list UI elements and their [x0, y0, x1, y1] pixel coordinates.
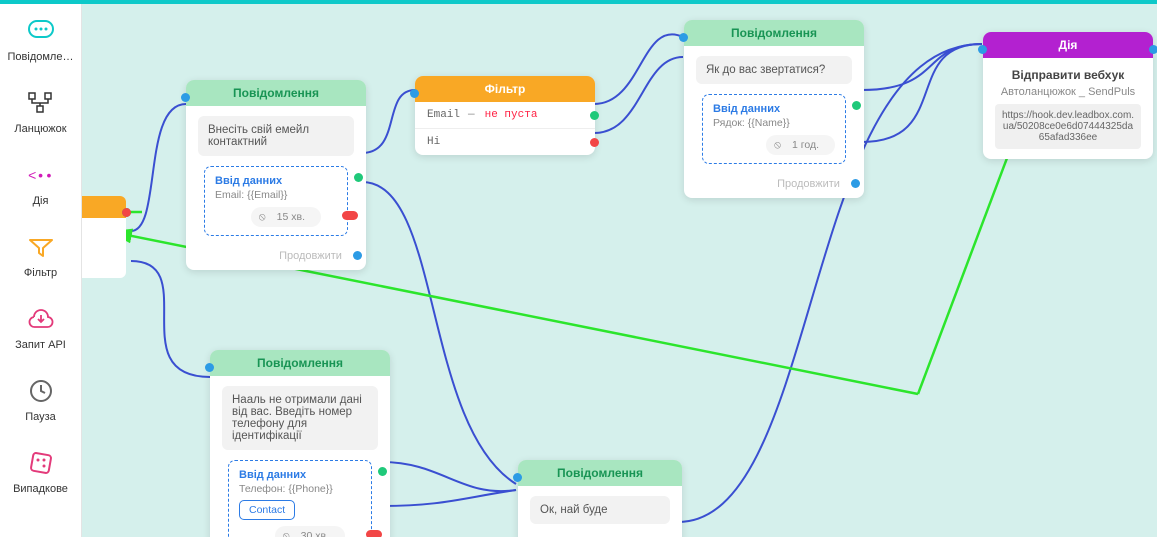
sidebar-item-random[interactable]: Випадкове [0, 436, 81, 508]
node-message-email[interactable]: Повідомлення Внесіть свій емейл контактн… [186, 80, 366, 270]
node-action-webhook[interactable]: Дія Відправити вебхук Автоланцюжок _ Sen… [983, 32, 1153, 159]
sidebar-item-label: Дія [33, 195, 49, 207]
sidebar-item-label: Повідомле… [8, 51, 74, 63]
chat-icon [27, 17, 55, 45]
sidebar-item-action[interactable]: <••> Дія [0, 148, 81, 220]
input-block[interactable]: Ввід данних Рядок: {{Name}} ⦸ 1 год. [702, 94, 846, 164]
input-block[interactable]: Ввід данних Телефон: {{Phone}} Contact ⦸… [228, 460, 372, 537]
input-block[interactable]: Ввід данних Email: {{Email}} ⦸ 15 хв. [204, 166, 348, 236]
node-filter[interactable]: Фільтр Email — не пуста Ні [415, 76, 595, 155]
continue-label[interactable]: Продовжити [684, 174, 864, 198]
input-title: Ввід данних [713, 103, 835, 115]
message-text: Ок, най буде [530, 496, 670, 524]
node-message-phone[interactable]: Повідомлення Нааль не отримали дані від … [210, 350, 390, 537]
dice-icon [27, 449, 55, 477]
action-title: Відправити вебхук [995, 68, 1141, 82]
node-message-name[interactable]: Повідомлення Як до вас звертатися? Ввід … [684, 20, 864, 198]
message-text: Як до вас звертатися? [696, 56, 852, 84]
wait-label: ⦸ 30 хв. [275, 526, 345, 537]
node-header: Повідомлення [684, 20, 864, 46]
flow-icon [27, 89, 55, 117]
input-title: Ввід данних [239, 469, 361, 481]
flow-canvas[interactable]: Повідомлення Внесіть свій емейл контактн… [82, 4, 1157, 537]
sidebar-item-label: Фільтр [24, 267, 57, 279]
filter-icon [27, 233, 55, 261]
input-sub: Рядок: {{Name}} [713, 117, 835, 129]
action-url: https://hook.dev.leadbox.com.ua/50208ce0… [995, 104, 1141, 149]
sidebar-item-api[interactable]: Запит API [0, 292, 81, 364]
message-text: Внесіть свій емейл контактний [198, 116, 354, 156]
sidebar-item-label: Ланцюжок [14, 123, 66, 135]
sidebar: Повідомле… Ланцюжок <••> Дія Фільтр Запи… [0, 4, 82, 537]
action-icon: <••> [27, 161, 55, 189]
sidebar-item-pause[interactable]: Пауза [0, 364, 81, 436]
sidebar-item-chain[interactable]: Ланцюжок [0, 76, 81, 148]
clock-icon [27, 377, 55, 405]
wait-label: ⦸ 15 хв. [251, 207, 321, 227]
action-sub: Автоланцюжок _ SendPuls [995, 86, 1141, 98]
sidebar-item-filter[interactable]: Фільтр [0, 220, 81, 292]
sidebar-item-message[interactable]: Повідомле… [0, 4, 81, 76]
continue-label[interactable]: Продовжити [186, 246, 366, 270]
input-title: Ввід данних [215, 175, 337, 187]
input-sub: Телефон: {{Phone}} [239, 483, 361, 495]
contact-chip[interactable]: Contact [239, 500, 295, 520]
svg-text:<••>: <••> [28, 169, 54, 185]
node-header: Повідомлення [186, 80, 366, 106]
filter-row[interactable]: Ні [415, 129, 595, 155]
filter-row[interactable]: Email — не пуста [415, 102, 595, 129]
message-text: Нааль не отримали дані від вас. Введіть … [222, 386, 378, 450]
partial-node[interactable] [82, 196, 126, 278]
node-header: Повідомлення [210, 350, 390, 376]
node-header: Повідомлення [518, 460, 682, 486]
node-message-ok[interactable]: Повідомлення Ок, най буде Продовжити [518, 460, 682, 537]
node-header: Фільтр [415, 76, 595, 102]
sidebar-item-label: Запит API [15, 339, 66, 351]
node-header: Дія [983, 32, 1153, 58]
wait-label: ⦸ 1 год. [766, 135, 835, 155]
sidebar-item-label: Пауза [25, 411, 56, 423]
input-sub: Email: {{Email}} [215, 189, 337, 201]
sidebar-item-label: Випадкове [13, 483, 68, 495]
api-icon [27, 305, 55, 333]
